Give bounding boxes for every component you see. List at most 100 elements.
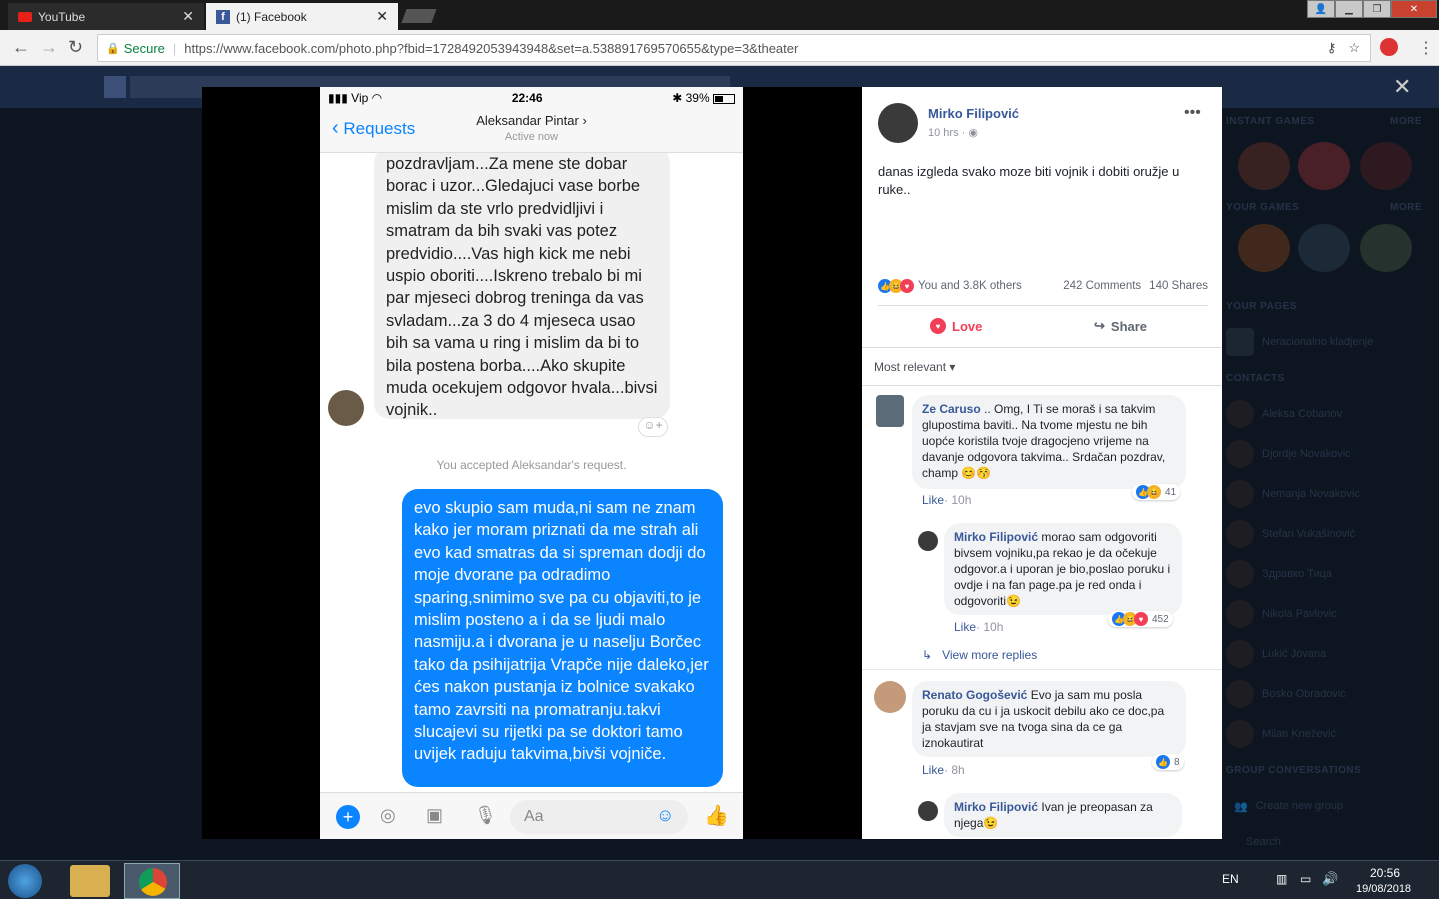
contact-item[interactable]: Aleksa Cobanov [1226,394,1360,434]
comment-reactions[interactable]: 👍 😆 41 [1132,484,1181,500]
star-icon[interactable]: ☆ [1348,40,1360,56]
minimize-button[interactable]: ▁ [1335,0,1363,18]
contact-item[interactable]: Nikola Pavlovic [1226,594,1360,634]
contact-item[interactable]: Bosko Obradovic [1226,674,1360,714]
reactions-bar[interactable]: 👍 😆 ♥ You and 3.8K others 242 Comments 1… [878,279,1208,293]
post-options-icon[interactable]: ••• [1184,104,1201,122]
bluetooth-icon: ✱ [672,91,683,105]
phone-status-bar: ▮▮▮ Vip ◠ 22:46 ✱ 39% [320,87,743,109]
close-tab-icon[interactable]: ✕ [376,8,388,25]
page-item[interactable]: Neracionalno kladjenje [1226,322,1373,362]
clock-time[interactable]: 20:56 [1370,866,1400,880]
language-indicator[interactable]: EN [1222,872,1239,886]
game-thumbnail[interactable] [1360,224,1412,272]
create-group-button[interactable]: 👥 Create new group [1234,786,1343,826]
microphone-icon[interactable]: 🎙 [474,805,497,826]
comment-author[interactable]: Ze Caruso [922,402,981,416]
commenter-avatar[interactable] [874,681,906,713]
outgoing-message-bubble: evo skupio sam muda,ni sam ne znam kako … [402,489,723,787]
group-icon: 👥 [1234,800,1248,813]
window-close-button[interactable]: ✕ [1391,0,1437,18]
comments-count[interactable]: 242 Comments [1063,280,1141,292]
comment-like-link[interactable]: Like [922,493,944,507]
comment-author[interactable]: Renato Gogošević [922,688,1027,702]
chrome-taskbar-button[interactable] [124,863,180,899]
close-tab-icon[interactable]: ✕ [182,8,194,25]
browser-tab-bar: YouTube ✕ f (1) Facebook ✕ 👤 ▁ ❐ ✕ [0,0,1439,30]
facebook-icon: f [216,9,230,24]
reply-author[interactable]: Mirko Filipović [954,800,1038,814]
new-tab-button[interactable] [401,9,437,23]
reply-avatar[interactable] [918,531,938,551]
user-icon[interactable]: 👤 [1307,0,1335,18]
game-thumbnail[interactable] [1360,142,1412,190]
reply-reactions[interactable]: 👍 😆 ♥ 452 [1108,611,1173,627]
forward-arrow-icon[interactable]: → [40,37,58,58]
share-button[interactable]: ↪ Share [1094,318,1147,334]
reload-icon[interactable]: ↻ [68,37,83,58]
more-link[interactable]: MORE [1390,202,1422,213]
contact-item[interactable]: Lukić Jovana [1226,634,1360,674]
extension-icon[interactable] [1380,38,1398,56]
reply-avatar[interactable] [918,801,938,821]
secure-indicator[interactable]: 🔒 Secure [106,41,165,56]
comment-reactions[interactable]: 👍 8 [1152,754,1184,770]
reply-bubble: Mirko Filipović morao sam odgovoriti biv… [944,523,1182,615]
sort-dropdown[interactable]: Most relevant ▾ [874,360,955,374]
photo-icon[interactable]: ▣ [426,805,443,826]
view-more-replies-link[interactable]: ↳ View more replies [922,648,1037,662]
close-theater-icon[interactable]: ✕ [1393,74,1411,100]
network-icon[interactable]: ▥ [1276,872,1287,886]
contact-name[interactable]: Aleksandar Pintar › [320,113,743,128]
emoji-icon[interactable]: ☺ [656,805,674,826]
post-author[interactable]: Mirko Filipović [928,106,1019,121]
flag-icon[interactable]: ▭ [1300,872,1311,886]
commenter-avatar[interactable] [876,395,904,427]
incoming-message-bubble: pozdravljam...Za mene ste dobar borac i … [374,153,670,419]
tab-label: YouTube [38,9,86,24]
url-text: https://www.facebook.com/photo.php?fbid=… [184,40,799,56]
tab-youtube[interactable]: YouTube ✕ [8,3,204,30]
post-text: danas izgleda svako moze biti vojnik i d… [878,164,1180,197]
game-thumbnail[interactable] [1238,142,1290,190]
game-thumbnail[interactable] [1298,224,1350,272]
contact-item[interactable]: Djordje Novakovic [1226,434,1360,474]
clock-date[interactable]: 19/08/2018 [1356,883,1411,895]
contact-item[interactable]: Здравко Тица [1226,554,1360,594]
thumbs-up-icon[interactable]: 👍 [704,803,729,828]
add-reaction-icon[interactable]: ☺+ [638,417,668,437]
post-panel: Mirko Filipović 10 hrs · ◉ ••• danas izg… [862,87,1222,839]
reply-author[interactable]: Mirko Filipović [954,530,1038,544]
love-button[interactable]: ♥ Love [930,318,982,334]
more-link[interactable]: MORE [1390,116,1422,127]
game-thumbnail[interactable] [1298,142,1350,190]
instant-games-header: INSTANT GAMES [1226,116,1315,127]
contact-item[interactable]: Milan Knežević [1226,714,1360,754]
url-bar[interactable]: 🔒 Secure | https://www.facebook.com/phot… [97,34,1371,62]
key-icon[interactable]: ⚷ [1327,40,1337,56]
reply-like-link[interactable]: Like [954,620,976,634]
game-thumbnail[interactable] [1238,224,1290,272]
share-icon: ↪ [1094,318,1105,333]
shares-count[interactable]: 140 Shares [1149,280,1208,292]
menu-dots-icon[interactable]: ⋮ [1418,38,1434,58]
camera-icon[interactable]: ◎ [380,805,396,826]
file-explorer-icon[interactable] [70,865,110,897]
reply-arrow-icon: ↳ [922,648,933,662]
signal-icon: ▮▮▮ [328,91,348,105]
tab-facebook[interactable]: f (1) Facebook ✕ [206,3,398,30]
comment-like-link[interactable]: Like [922,763,944,777]
facebook-logo-icon[interactable] [104,76,126,98]
volume-icon[interactable]: 🔊 [1322,871,1338,887]
contact-item[interactable]: Nemanja Novakovic [1226,474,1360,514]
contact-item[interactable]: Stefan Vukašinović [1226,514,1360,554]
back-arrow-icon[interactable]: ← [12,37,30,58]
start-button[interactable] [8,864,42,898]
your-games-header: YOUR GAMES [1226,202,1300,213]
post-time[interactable]: 10 hrs · ◉ [928,126,978,139]
sidebar-search-input[interactable]: Search [1246,836,1281,848]
plus-icon[interactable]: + [336,805,360,829]
maximize-button[interactable]: ❐ [1363,0,1391,18]
sender-avatar [328,390,364,426]
author-avatar[interactable] [878,103,918,143]
